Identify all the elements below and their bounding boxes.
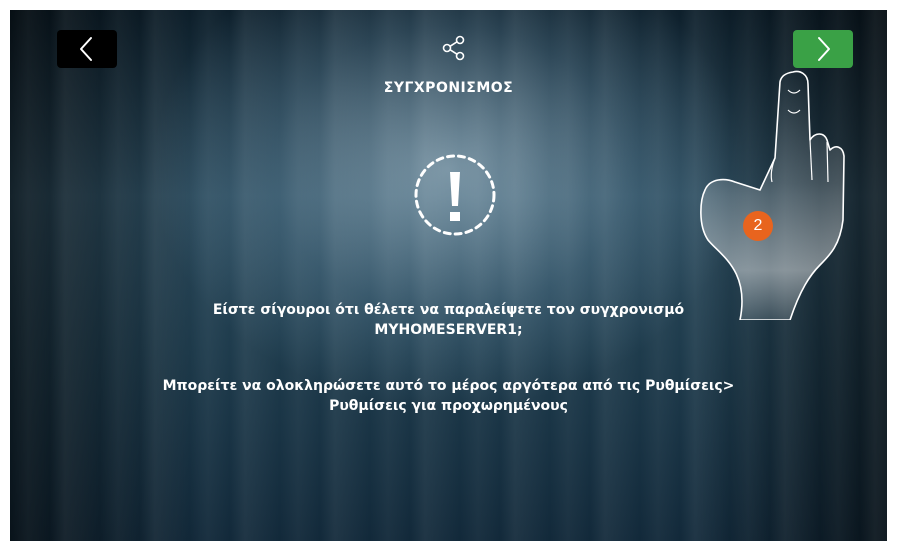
exclamation-icon — [414, 154, 496, 236]
next-button[interactable] — [793, 30, 853, 68]
chevron-left-icon — [80, 37, 92, 61]
message-line: Ρυθμίσεις για προχωρημένους — [329, 398, 568, 414]
server-name: MYHOMESERVER1; — [374, 322, 523, 338]
device-screen: ΣΥΓΧΡΟΝΙΣΜΟΣ Είστε σίγουροι ότι θέλετε ν… — [10, 10, 887, 541]
pointing-hand-icon — [700, 70, 845, 320]
page-title: ΣΥΓΧΡΟΝΙΣΜΟΣ — [383, 80, 514, 96]
confirmation-message: Είστε σίγουροι ότι θέλετε να παραλείψετε… — [10, 300, 887, 340]
hint-message: Μπορείτε να ολοκληρώσετε αυτό το μέρος α… — [10, 376, 887, 416]
chevron-right-icon — [818, 37, 830, 61]
step-badge: 2 — [743, 211, 773, 241]
back-button[interactable] — [57, 30, 117, 68]
share-icon — [442, 35, 465, 61]
message-line: Μπορείτε να ολοκληρώσετε αυτό το μέρος α… — [162, 378, 735, 394]
message-line: Είστε σίγουροι ότι θέλετε να παραλείψετε… — [212, 302, 685, 318]
